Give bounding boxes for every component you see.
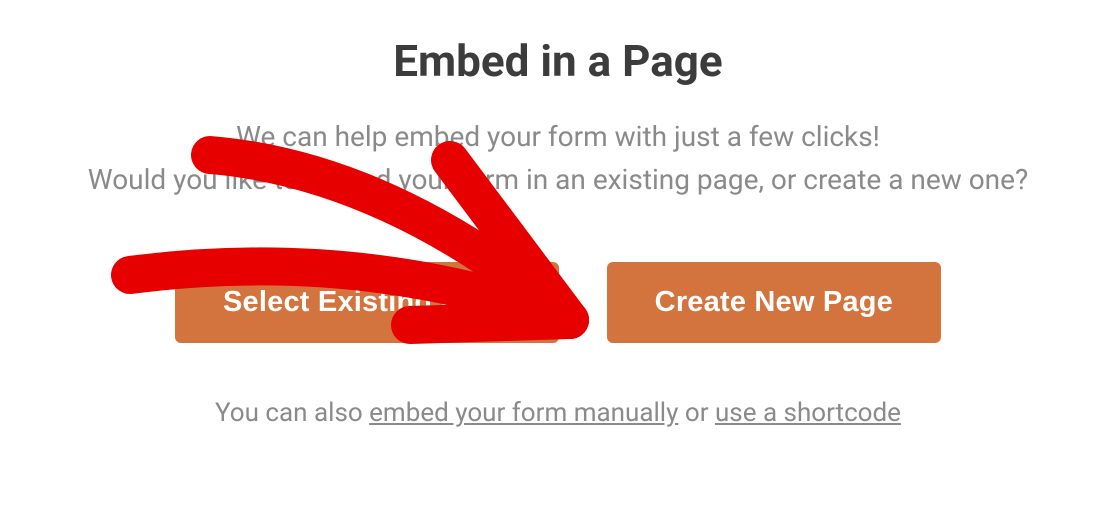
footer-mid: or bbox=[678, 398, 715, 428]
modal-title: Embed in a Page bbox=[393, 35, 722, 87]
create-new-page-button[interactable]: Create New Page bbox=[607, 262, 941, 343]
footer-text: You can also embed your form manually or… bbox=[215, 398, 901, 428]
use-shortcode-link[interactable]: use a shortcode bbox=[715, 398, 901, 428]
subtitle-line-2: Would you like to embed your form in an … bbox=[88, 163, 1028, 196]
embed-manually-link[interactable]: embed your form manually bbox=[369, 398, 678, 428]
modal-subtitle: We can help embed your form with just a … bbox=[88, 115, 1028, 202]
subtitle-line-1: We can help embed your form with just a … bbox=[236, 120, 880, 153]
button-row: Select Existing Page Create New Page bbox=[175, 262, 941, 343]
select-existing-page-button[interactable]: Select Existing Page bbox=[175, 262, 559, 343]
footer-prefix: You can also bbox=[215, 398, 369, 428]
